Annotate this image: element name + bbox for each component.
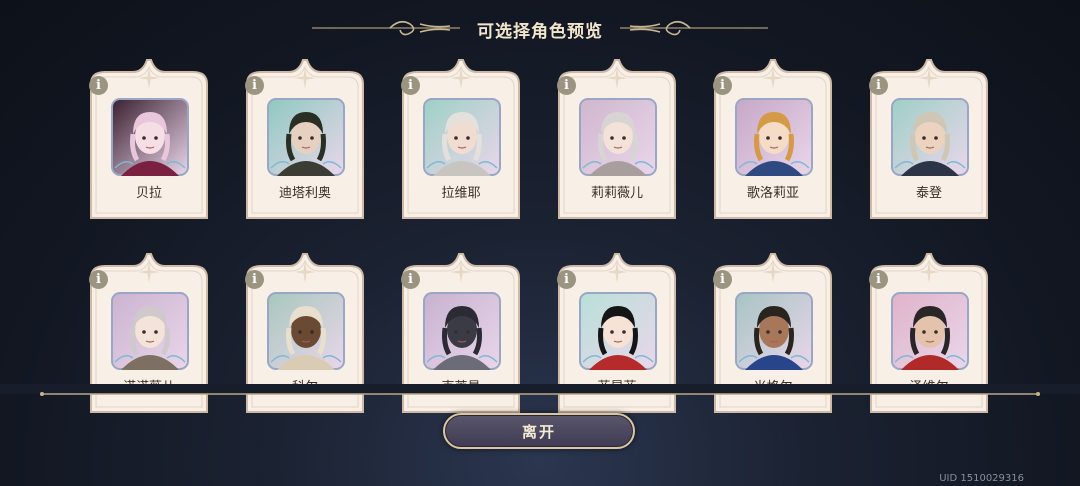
info-icon[interactable]: i [869,270,888,289]
character-card[interactable]: i [709,58,837,224]
info-icon[interactable]: i [713,270,732,289]
blonde-woman-portrait-icon [735,98,813,176]
spiky-hair-red-armor-portrait-icon [891,292,969,370]
character-name: 迪塔利奥 [278,186,331,201]
info-icon[interactable]: i [869,76,888,95]
info-icon[interactable]: i [557,76,576,95]
info-icon[interactable]: i [245,270,264,289]
silver-hair-fox-ears-portrait-icon [579,98,657,176]
black-hair-red-hood-portrait-icon [579,292,657,370]
info-icon[interactable]: i [557,270,576,289]
sparkle-icon [294,67,316,89]
sparkle-icon [606,67,628,89]
sparkle-icon [450,261,472,283]
white-hair-man-portrait-icon [423,98,501,176]
divider-line [40,392,1040,396]
sparkle-icon [918,261,940,283]
dark-hair-man-portrait-icon [267,98,345,176]
witch-pink-hair-portrait-icon [111,98,189,176]
sparkle-icon [762,67,784,89]
character-card[interactable]: i [865,58,993,224]
info-icon[interactable]: i [89,76,108,95]
dark-armored-beast-portrait-icon [423,292,501,370]
character-card[interactable]: i [241,58,369,224]
sparkle-icon [294,261,316,283]
info-icon[interactable]: i [89,270,108,289]
character-name: 泰登 [915,186,942,201]
character-grid: i 贝拉 i 迪塔利奥 i 拉维耶 i 莉莉薇儿 i 歌洛莉亚 i 泰登 i i… [0,0,1080,413]
sparkle-icon [138,261,160,283]
silver-hair-cat-ears-portrait-icon [111,292,189,370]
sparkle-icon [606,261,628,283]
character-name: 拉维耶 [441,186,481,201]
info-icon[interactable]: i [713,76,732,95]
bearded-man-portrait-icon [735,292,813,370]
character-name: 莉莉薇儿 [590,186,643,201]
grey-hair-knight-portrait-icon [891,98,969,176]
character-card[interactable]: i [85,58,213,224]
leave-button[interactable]: 离开 [443,413,635,449]
sparkle-icon [762,261,784,283]
info-icon[interactable]: i [245,76,264,95]
info-icon[interactable]: i [401,76,420,95]
character-card[interactable]: i [553,58,681,224]
character-name: 歌洛莉亚 [746,186,799,201]
sparkle-icon [450,67,472,89]
character-card[interactable]: i [397,58,525,224]
sparkle-icon [138,67,160,89]
info-icon[interactable]: i [401,270,420,289]
sparkle-icon [918,67,940,89]
character-name: 贝拉 [135,186,162,201]
hooded-dark-skin-portrait-icon [267,292,345,370]
uid-text: UID 1510029316 [939,473,1024,484]
